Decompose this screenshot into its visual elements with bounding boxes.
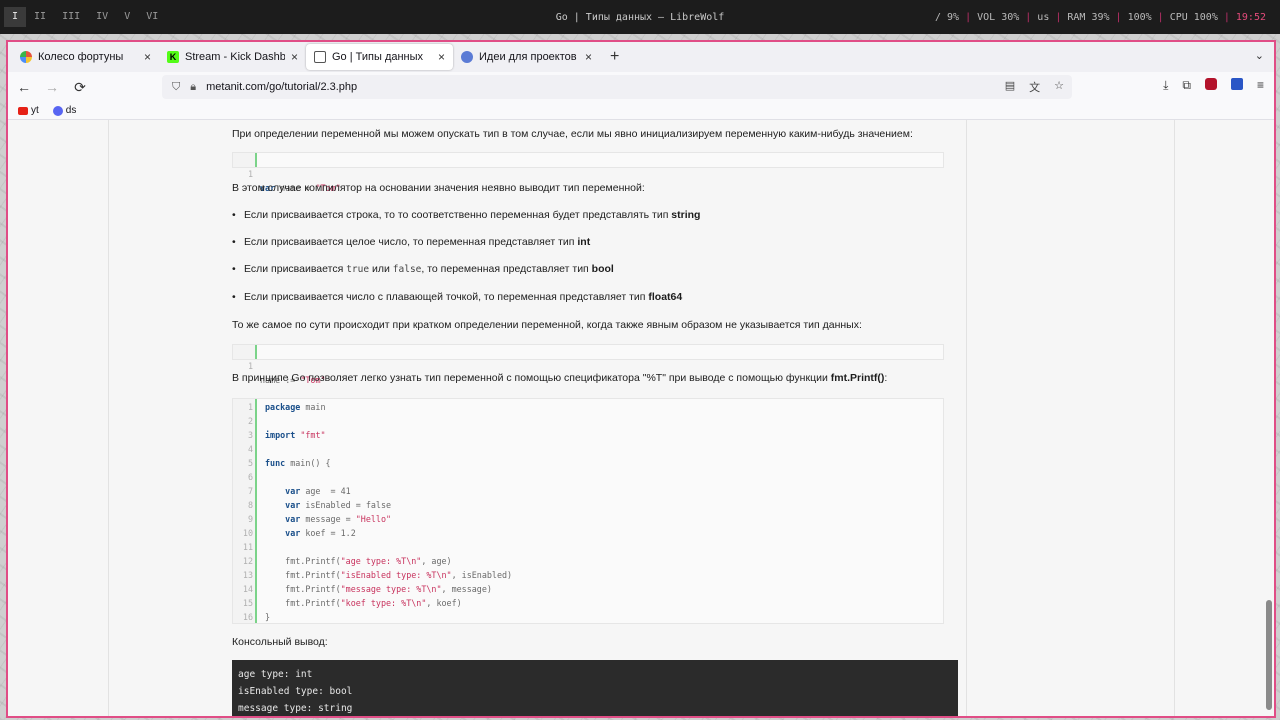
url-text[interactable]: metanit.com/go/tutorial/2.3.php bbox=[206, 81, 357, 93]
bookmark-ds[interactable]: ds bbox=[52, 105, 77, 116]
kick-icon: K bbox=[167, 51, 179, 63]
scrollbar[interactable] bbox=[1266, 600, 1272, 710]
tab-label: Stream - Kick Dashboar bbox=[185, 51, 285, 63]
reader-view-icon[interactable]: ▤ bbox=[1005, 79, 1015, 95]
close-icon[interactable]: × bbox=[585, 50, 592, 64]
code-line: 3 import "fmt" bbox=[247, 430, 326, 440]
workspace-6[interactable]: VI bbox=[138, 7, 166, 27]
toolbar-right: ⤓ ⧉ ≡ bbox=[1163, 78, 1264, 93]
console-line: isEnabled type: bool bbox=[238, 686, 353, 697]
code-line: 12 fmt.Printf("age type: %T\n", age) bbox=[242, 556, 452, 566]
code-line: 9 var message = "Hello" bbox=[247, 514, 392, 524]
tab-project-ideas[interactable]: Идеи для проектов на G × bbox=[453, 44, 600, 70]
console-label: Консольный вывод: bbox=[232, 636, 328, 648]
idea-icon bbox=[461, 51, 473, 63]
workspace-list: I II III IV V VI bbox=[0, 7, 166, 27]
code-block-3: 1 package main 2 3 import "fmt" 4 5 func main()… bbox=[232, 398, 944, 624]
console-line: age type: int bbox=[238, 669, 313, 680]
bookmark-label: yt bbox=[31, 105, 39, 116]
code-block-2: 1 name := "Tom" bbox=[232, 344, 944, 385]
code-line: 4 bbox=[247, 444, 253, 454]
close-icon[interactable]: × bbox=[438, 50, 445, 64]
status-bar: I II III IV V VI Go | Типы данных — Libr… bbox=[0, 0, 1280, 34]
bookmark-label: ds bbox=[65, 105, 77, 116]
ram-indicator: RAM 39% bbox=[1067, 11, 1110, 23]
tab-wheel-of-fortune[interactable]: Колесо фортуны × bbox=[12, 44, 159, 70]
extension-icon[interactable] bbox=[1230, 78, 1243, 90]
list-item: Если присваивается число с плавающей точ… bbox=[232, 291, 682, 303]
code-line: 6 bbox=[247, 472, 253, 482]
clock: 19:52 bbox=[1235, 11, 1266, 23]
url-actions: ▤ 文 ☆ bbox=[1005, 79, 1064, 95]
close-icon[interactable]: × bbox=[144, 50, 151, 64]
back-button[interactable]: ← bbox=[12, 79, 36, 95]
discord-icon bbox=[52, 105, 63, 116]
go-icon bbox=[314, 51, 326, 63]
extensions-icon[interactable]: ⧉ bbox=[1182, 78, 1191, 93]
paragraph: В принципе Go позволяет легко узнать тип… bbox=[232, 372, 888, 384]
code-line: 1 name := "Tom" bbox=[247, 361, 326, 385]
close-icon[interactable]: × bbox=[291, 50, 298, 64]
menu-icon[interactable]: ≡ bbox=[1257, 78, 1264, 93]
navigation-toolbar: ← → ⟳ ⛉ 🔒︎ metanit.com/go/tutorial/2.3.p… bbox=[8, 72, 1274, 102]
tab-kick-dashboard[interactable]: K Stream - Kick Dashboar × bbox=[159, 44, 306, 70]
list-item: Если присваивается true или false, то пе… bbox=[232, 263, 614, 275]
code-line: 1 var name = "Tom" bbox=[247, 169, 341, 193]
tab-label: Колесо фортуны bbox=[38, 51, 124, 63]
ublock-icon[interactable] bbox=[1204, 78, 1217, 90]
console-output: age type: int isEnabled type: bool message… bbox=[232, 660, 958, 716]
battery-indicator: 100% bbox=[1127, 11, 1152, 23]
code-line: 15 fmt.Printf("koef type: %T\n", koef) bbox=[242, 598, 462, 608]
chevron-down-icon[interactable]: ⌄ bbox=[1255, 49, 1264, 62]
code-line: 2 bbox=[247, 416, 253, 426]
workspace-2[interactable]: II bbox=[26, 7, 54, 27]
forward-button[interactable]: → bbox=[40, 79, 64, 95]
code-line: 16} bbox=[242, 612, 271, 622]
shield-icon[interactable]: ⛉ bbox=[172, 81, 180, 94]
tab-label: Go | Типы данных bbox=[332, 51, 424, 63]
paragraph: То же самое по сути происходит при кратк… bbox=[232, 319, 862, 331]
code-line: 11 bbox=[242, 542, 253, 552]
tab-label: Идеи для проектов на G bbox=[479, 51, 579, 63]
code-line: 1 package main bbox=[247, 402, 326, 412]
bookmarks-bar: yt ds bbox=[8, 102, 1274, 120]
code-line: 10 var koef = 1.2 bbox=[242, 528, 356, 538]
bookmark-yt[interactable]: yt bbox=[18, 105, 39, 116]
list-item: Если присваивается строка, то то соответ… bbox=[232, 209, 700, 221]
paragraph: При определении переменной мы можем опус… bbox=[232, 128, 913, 140]
volume-indicator: VOL 30% bbox=[977, 11, 1020, 23]
workspace-1[interactable]: I bbox=[4, 7, 27, 27]
system-indicators: / 9% | VOL 30% | us | RAM 39% | 100% | C… bbox=[931, 12, 1270, 23]
code-block-1: 1 var name = "Tom" bbox=[232, 152, 944, 193]
downloads-icon[interactable]: ⤓ bbox=[1163, 78, 1168, 93]
list-item: Если присваивается целое число, то перем… bbox=[232, 236, 590, 248]
bookmark-star-icon[interactable]: ☆ bbox=[1054, 79, 1064, 95]
workspace-3[interactable]: III bbox=[54, 7, 88, 27]
youtube-icon bbox=[18, 106, 28, 115]
tab-bar: Колесо фортуны × K Stream - Kick Dashboa… bbox=[8, 42, 1274, 72]
url-bar[interactable]: ⛉ 🔒︎ metanit.com/go/tutorial/2.3.php ▤ 文… bbox=[162, 75, 1072, 99]
paragraph: В этом случае компилятор на основании зн… bbox=[232, 182, 645, 194]
page-viewport: При определении переменной мы можем опус… bbox=[8, 120, 1274, 716]
code-line: 8 var isEnabled = false bbox=[247, 500, 392, 510]
new-tab-button[interactable]: + bbox=[600, 48, 629, 66]
code-line: 13 fmt.Printf("isEnabled type: %T\n", is… bbox=[242, 570, 513, 580]
keyboard-layout: us bbox=[1037, 11, 1050, 23]
translate-icon[interactable]: 文 bbox=[1029, 79, 1040, 95]
code-line: 5 func main() { bbox=[247, 458, 331, 468]
cpu-indicator: CPU 100% bbox=[1169, 11, 1218, 23]
console-line: message type: string bbox=[238, 703, 353, 714]
code-line: 14 fmt.Printf("message type: %T\n", mess… bbox=[242, 584, 492, 594]
workspace-4[interactable]: IV bbox=[88, 7, 116, 27]
tab-go-data-types[interactable]: Go | Типы данных × bbox=[306, 44, 453, 70]
code-line: 7 var age = 41 bbox=[247, 486, 351, 496]
browser-window: Колесо фортуны × K Stream - Kick Dashboa… bbox=[6, 40, 1276, 718]
wheel-icon bbox=[20, 51, 32, 63]
disk-indicator: / 9% bbox=[934, 11, 960, 23]
reload-button[interactable]: ⟳ bbox=[68, 79, 92, 96]
workspace-5[interactable]: V bbox=[116, 7, 138, 27]
lock-icon[interactable]: 🔒︎ bbox=[190, 81, 196, 94]
